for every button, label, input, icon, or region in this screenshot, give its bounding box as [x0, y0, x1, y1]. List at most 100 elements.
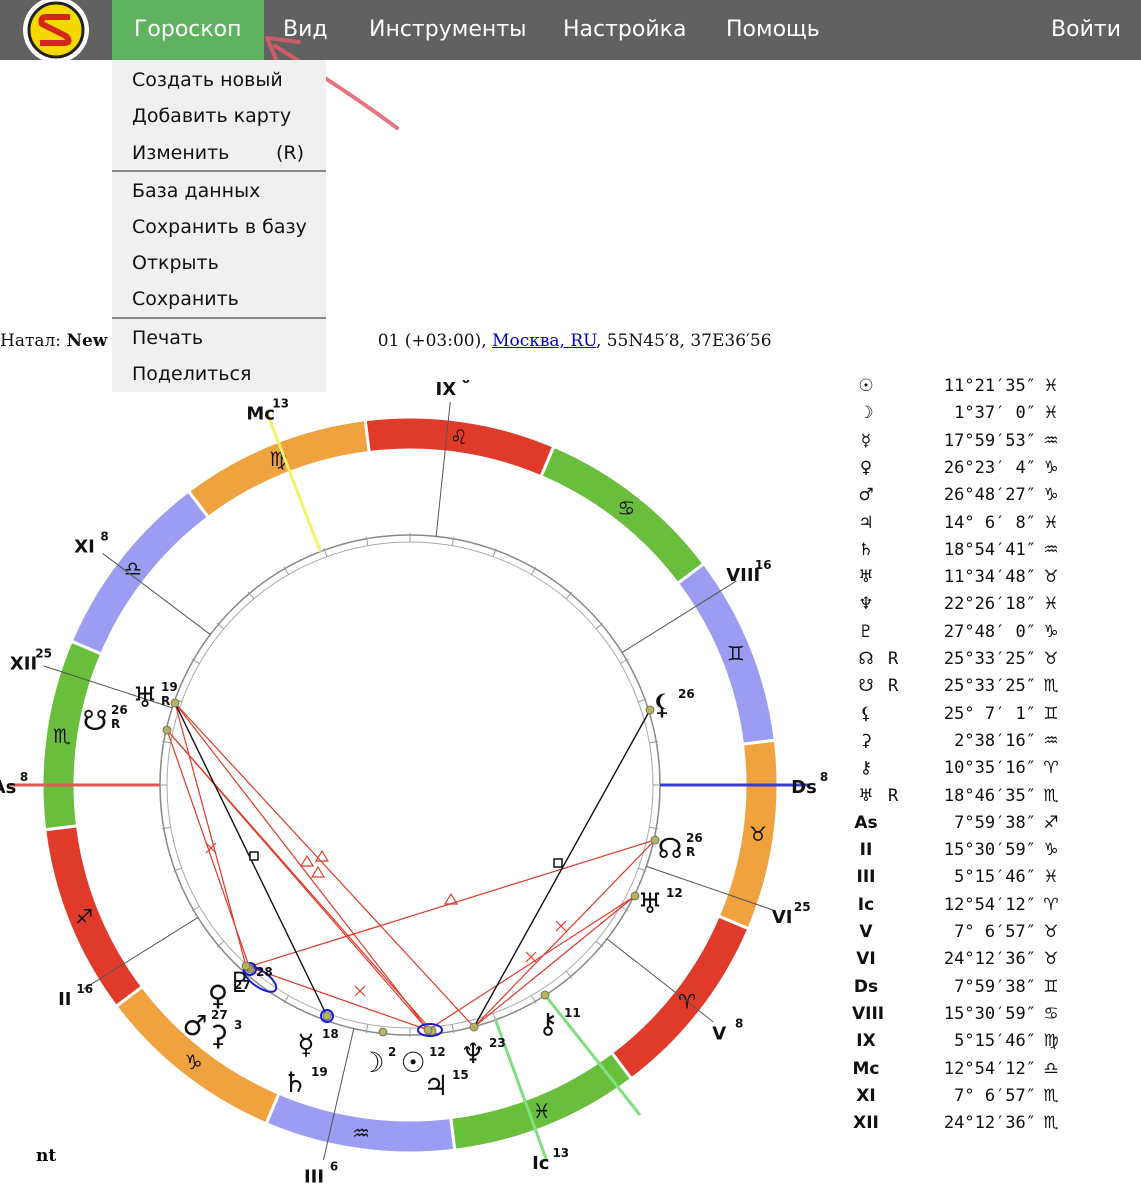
position-glyph: VIII [852, 1003, 885, 1024]
position-value: 1°37′ 0″ [954, 403, 1036, 424]
position-value: 11°34′48″ [943, 567, 1036, 588]
position-row: V 7° 6′57″ ♉ [852, 922, 1132, 949]
position-glyph: ☊ [858, 649, 874, 669]
zodiac-sign-glyph: ♓ [533, 1099, 551, 1123]
planet-glyph: ♅ [132, 681, 157, 714]
planet-glyph: ☉ [400, 1046, 425, 1079]
house-degree: 8 [100, 529, 108, 543]
position-row: ☉ 11°21′35″ ♓ [852, 376, 1132, 403]
position-row: ♃ 14° 6′ 8″ ♓ [852, 513, 1132, 540]
house-degree: 25 [794, 900, 811, 914]
position-value: 12°54′12″ [943, 1058, 1036, 1079]
menu-database[interactable]: База данных [132, 180, 260, 202]
menu-add-chart[interactable]: Добавить карту [132, 105, 291, 127]
nav-help[interactable]: Помощь [726, 0, 820, 60]
planet-degree: 18 [322, 1027, 339, 1041]
app-logo[interactable] [20, 0, 92, 63]
aspect-line [166, 729, 429, 1031]
aspect-line [427, 895, 636, 1031]
zodiac-sign-glyph: ♑ [185, 1050, 203, 1074]
position-row: Mc 12°54′12″ ♎ [852, 1059, 1132, 1086]
position-glyph: ☋ [858, 676, 874, 697]
nav-settings[interactable]: Настройка [563, 0, 686, 60]
house-label: Ic [532, 1153, 549, 1174]
menu-edit[interactable]: Изменить [132, 142, 229, 164]
house-degree: 16 [755, 558, 772, 572]
position-glyph: ☿ [860, 430, 872, 451]
position-value: 14° 6′ 8″ [943, 512, 1036, 533]
retrograde-mark: R [888, 785, 899, 806]
zodiac-segment [43, 824, 145, 1009]
position-row: XI 7° 6′57″ ♏ [852, 1086, 1132, 1113]
position-value: 7°59′38″ [954, 976, 1036, 997]
position-row: III 5°15′46″ ♓ [852, 867, 1132, 894]
position-value: 25°33′25″ [943, 649, 1036, 669]
position-row: ⚳ 2°38′16″ ♒ [852, 731, 1132, 758]
position-glyph: Ic [857, 894, 875, 915]
natal-prefix: Натал: [0, 331, 62, 351]
position-glyph: ⚳ [859, 730, 873, 751]
zodiac-sign-glyph: ♓ [1043, 867, 1059, 888]
position-value: 2°38′16″ [954, 730, 1036, 751]
position-value: 7° 6′57″ [954, 922, 1036, 942]
zodiac-sign-glyph: ♑ [1043, 840, 1059, 861]
zodiac-sign-glyph: ♈ [1043, 758, 1059, 779]
menu-save-to-db[interactable]: Сохранить в базу [132, 216, 307, 238]
aspect-line [473, 709, 651, 1028]
position-value: 24°12′36″ [943, 949, 1036, 970]
zodiac-sign-glyph: ♓ [1043, 376, 1059, 396]
position-row: ♀ 26°23′ 4″ ♑ [852, 458, 1132, 485]
retrograde-mark: R [888, 676, 899, 697]
position-row: ♂ 26°48′27″ ♑ [852, 485, 1132, 512]
planet-glyph: ⚷ [538, 1007, 559, 1040]
natal-coords: , 55N45′8, 37E36′56 [595, 331, 772, 351]
position-glyph: IX [856, 1031, 876, 1052]
position-row: ⚸ 25° 7′ 1″ ♊ [852, 704, 1132, 731]
zodiac-sign-glyph: ♒ [1043, 430, 1059, 451]
menu-print[interactable]: Печать [132, 327, 203, 349]
planet-degree: 26 [678, 687, 695, 701]
position-row: ♄ 18°54′41″ ♒ [852, 540, 1132, 567]
retrograde-mark: R [111, 717, 120, 731]
position-value: 7° 6′57″ [954, 1085, 1036, 1106]
retrograde-mark: R [686, 845, 695, 859]
menu-open[interactable]: Открыть [132, 252, 219, 274]
natal-place-link[interactable]: Москва, RU [492, 331, 596, 351]
natal-chart-wheel[interactable]: ♈♉♊♋♌♍♎♏♐♑♒♓As8II16III6Ic13V8VI25Ds8VIII… [0, 380, 840, 1190]
planet-degree: 23 [489, 1036, 506, 1050]
login-button[interactable]: Войти [1051, 0, 1121, 60]
trine-aspect-marker [314, 849, 330, 862]
position-value: 10°35′16″ [943, 758, 1036, 779]
zodiac-sign-glyph: ♋ [1043, 1003, 1059, 1024]
position-row: VIII 15°30′59″ ♋ [852, 1004, 1132, 1031]
house-degree: 16 [76, 982, 93, 996]
inner-circle [159, 534, 661, 1036]
planet-degree: 12 [429, 1045, 446, 1059]
menu-create-new[interactable]: Создать новый [132, 69, 283, 91]
position-row: ☊ R 25°33′25″ ♉ [852, 649, 1132, 676]
zodiac-sign-glyph: ♒ [352, 1121, 370, 1145]
position-glyph: ♄ [858, 539, 874, 560]
house-degree: 25 [35, 646, 52, 660]
planet-degree: 2 [388, 1045, 396, 1059]
natal-time: 01 (+03:00), [377, 331, 487, 351]
position-glyph: As [854, 812, 878, 833]
position-glyph: ♅ [858, 785, 874, 806]
position-glyph: XI [856, 1085, 876, 1106]
zodiac-sign-glyph: ♏ [1043, 676, 1059, 697]
zodiac-sign-glyph: ♊ [1043, 703, 1059, 724]
nav-horoscope[interactable]: Гороскоп [112, 0, 264, 60]
house-label: As [0, 777, 16, 798]
position-value: 17°59′53″ [943, 430, 1036, 451]
position-glyph: ♆ [858, 594, 874, 615]
position-glyph: Ds [853, 976, 879, 997]
position-glyph: ☽ [858, 403, 874, 424]
planet-glyph: ☿ [297, 1028, 314, 1061]
planet-glyph: ☋ [83, 704, 108, 737]
menu-separator [112, 170, 326, 172]
position-row: IX 5°15′46″ ♍ [852, 1031, 1132, 1058]
top-navbar: Гороскоп Вид Инструменты Настройка Помощ… [0, 0, 1141, 63]
menu-save[interactable]: Сохранить [132, 288, 239, 310]
position-row: ♇ 27°48′ 0″ ♑ [852, 622, 1132, 649]
position-glyph: III [856, 867, 876, 888]
